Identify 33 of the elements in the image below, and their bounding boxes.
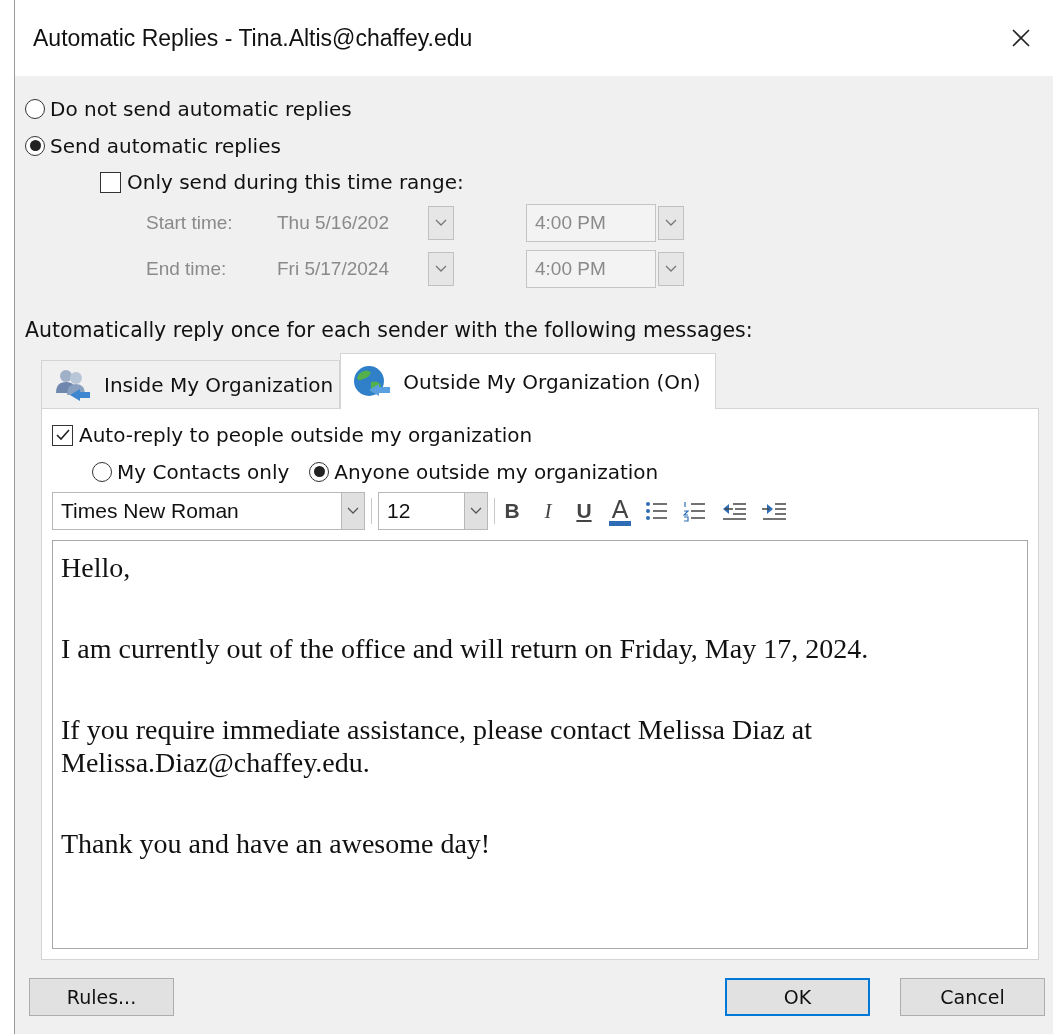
check-icon	[54, 427, 71, 443]
radio-option[interactable]: Send automatic replies	[25, 127, 1053, 164]
size-dropdown[interactable]: 12	[378, 492, 488, 530]
tab[interactable]: Inside My Organization	[41, 360, 341, 408]
field-label: End time:	[146, 258, 228, 280]
checkbox-option[interactable]: Auto-reply to people outside my organization	[52, 417, 1028, 453]
field-label: Start time:	[146, 212, 234, 234]
format-button[interactable]: B	[501, 499, 523, 523]
window-title: Automatic Replies - Tina.Altis@chaffey.edu	[33, 24, 473, 52]
bullet-list-icon[interactable]	[645, 500, 669, 522]
radio-option[interactable]: Do not send automatic replies	[25, 90, 1053, 127]
dialog-button[interactable]: Rules...	[29, 978, 174, 1016]
numbered-list-icon[interactable]	[683, 500, 707, 522]
caret-icon	[435, 265, 447, 273]
format-button[interactable]: I	[537, 498, 559, 524]
instruction-text: Automatically reply once for each sender with the following messages:	[25, 318, 754, 344]
font-dropdown[interactable]: Times New Roman	[52, 492, 365, 530]
caret-icon	[435, 219, 447, 227]
radio-option[interactable]: My Contacts only	[92, 453, 290, 490]
format-button[interactable]: U	[573, 499, 595, 523]
dialog-button[interactable]: Cancel	[900, 978, 1045, 1016]
radio-option[interactable]: Anyone outside my organization	[309, 453, 659, 490]
caret-icon	[470, 507, 482, 515]
caret-icon	[665, 219, 677, 227]
caret-icon	[665, 265, 677, 273]
decrease-indent-icon[interactable]	[721, 500, 747, 522]
tab[interactable]: Outside My Organization (On)	[340, 353, 716, 409]
format-button[interactable]: A	[609, 496, 631, 526]
caret-icon	[347, 507, 359, 515]
increase-indent-icon[interactable]	[761, 500, 787, 522]
dialog-button[interactable]: OK	[725, 978, 870, 1016]
close-icon[interactable]	[1011, 28, 1031, 48]
message-editor[interactable]: Hello, I am currently out of the office and will return on Friday, May 17, 2024. If you require immediate assistance, please contact Melissa Diaz at Melissa.Diaz@chaffey.edu. Thank you and have an awesome day!	[52, 540, 1028, 949]
